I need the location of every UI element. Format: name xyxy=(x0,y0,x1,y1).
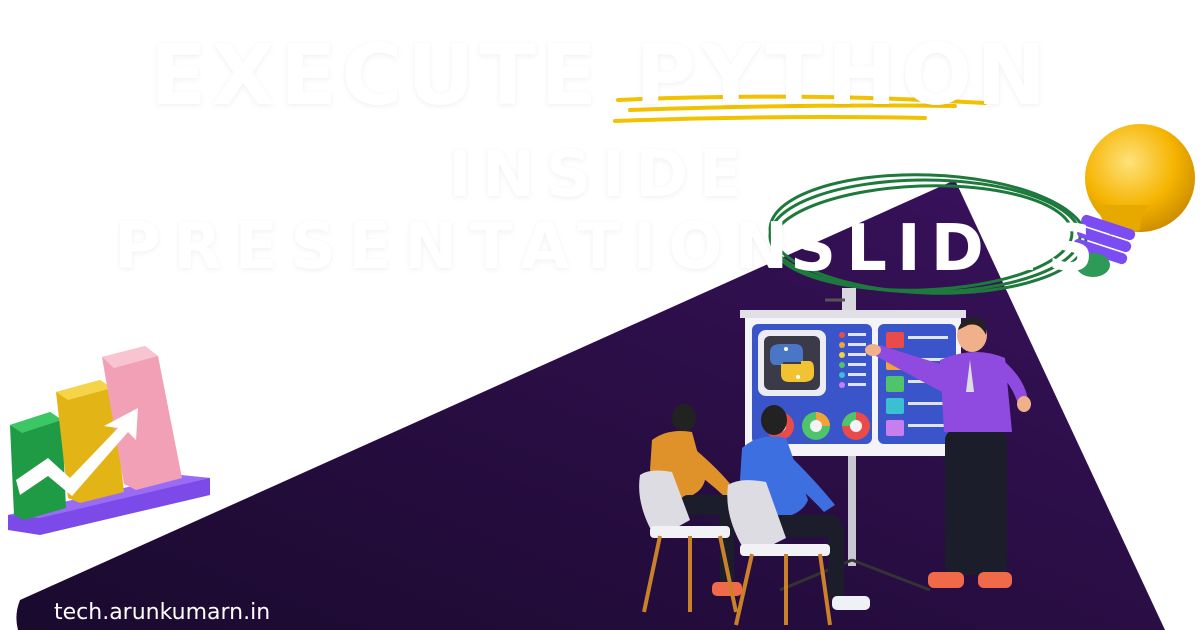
headline-line-1: EXECUTE PYTHON xyxy=(149,26,1051,124)
bar-chart-icon xyxy=(8,346,210,535)
headline-highlight: SLIDES xyxy=(790,212,1104,286)
site-url: tech.arunkumarn.in xyxy=(54,600,271,625)
headline-line-3-text: PRESENTATION xyxy=(114,210,801,284)
headline-line-2: INSIDE xyxy=(447,138,753,212)
thumbnail: EXECUTE PYTHON INSIDE PRESENTATION SLIDES… xyxy=(0,0,1200,630)
